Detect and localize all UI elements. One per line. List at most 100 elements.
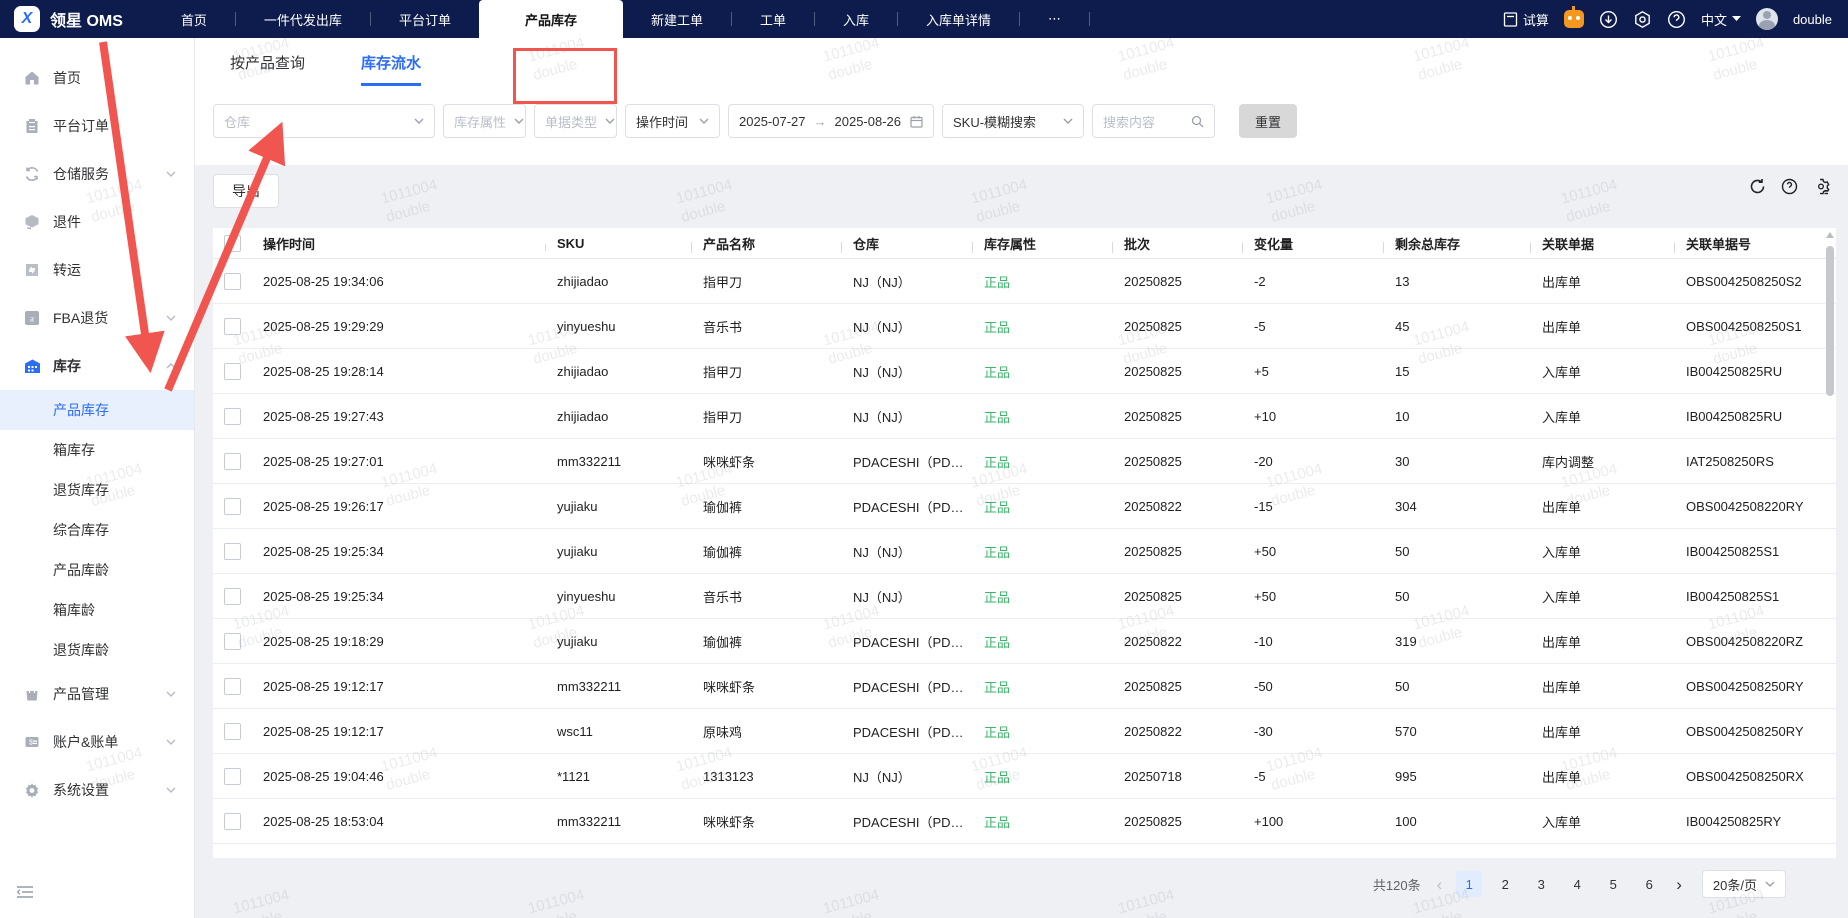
col-header-warehouse: 仓库 <box>841 234 972 253</box>
sku-search-mode-select[interactable]: SKU-模糊搜索 <box>942 104 1084 138</box>
cell-batch: 20250825 <box>1124 453 1182 469</box>
nav-tab-home[interactable]: 首页 <box>153 0 235 38</box>
sidebar-item-product-inventory[interactable]: 产品库存 <box>0 390 194 430</box>
sidebar-item-product-age[interactable]: 产品库龄 <box>0 550 194 590</box>
row-checkbox[interactable] <box>223 812 241 830</box>
sidebar-item-account-billing[interactable]: $ 账户&账单 <box>0 718 194 766</box>
warehouse-select[interactable]: 仓库 <box>213 104 435 138</box>
scrollbar-thumb[interactable] <box>1826 246 1834 396</box>
next-page-button[interactable]: › <box>1672 876 1686 893</box>
nav-tab-dropship-outbound[interactable]: 一件代发出库 <box>236 0 370 38</box>
chevron-down-icon <box>166 739 176 745</box>
page-size-select[interactable]: 20条/页 <box>1701 870 1786 898</box>
settings-icon[interactable] <box>1633 10 1652 29</box>
tab-inventory-flow[interactable]: 库存流水 <box>361 52 422 86</box>
cell-sku: mm332211 <box>557 453 622 469</box>
cell-sku: yujiaku <box>557 633 598 649</box>
sidebar-item-platform-orders[interactable]: 平台订单 <box>0 102 194 150</box>
stock-attr-select[interactable]: 库存属性 <box>443 104 526 138</box>
page-number-4[interactable]: 4 <box>1564 871 1590 897</box>
sidebar-item-return-inventory[interactable]: 退货库存 <box>0 470 194 510</box>
language-selector[interactable]: 中文 <box>1701 10 1741 29</box>
nav-tab-inbound-detail[interactable]: 入库单详情 <box>898 0 1019 38</box>
filter-bar: 仓库 库存属性 单据类型 操作时间 2025-07-27 → 2025-08-2… <box>213 104 1298 138</box>
row-checkbox[interactable] <box>223 362 241 380</box>
nav-tab-product-inventory[interactable]: 产品库存 <box>478 0 623 38</box>
sidebar-item-inventory[interactable]: 库存 <box>0 342 194 390</box>
cell-sku: mm332211 <box>557 678 622 694</box>
username: double <box>1792 11 1832 27</box>
cell-product-name: 瑜伽裤 <box>703 634 743 650</box>
nav-more-button[interactable]: ⋯ <box>1020 0 1089 38</box>
export-button[interactable]: 导出 <box>213 174 279 208</box>
prev-page-button[interactable]: ‹ <box>1433 876 1447 893</box>
download-icon[interactable] <box>1599 10 1618 29</box>
chevron-down-icon <box>1765 881 1775 887</box>
help-icon[interactable] <box>1667 10 1686 29</box>
table-scrollbar[interactable] <box>1826 232 1834 854</box>
sidebar-item-box-inventory[interactable]: 箱库存 <box>0 430 194 470</box>
date-range-picker[interactable]: 2025-07-27 → 2025-08-26 <box>728 104 934 138</box>
page-number-1[interactable]: 1 <box>1456 871 1483 897</box>
doc-type-select[interactable]: 单据类型 <box>534 104 617 138</box>
sidebar-item-transfer[interactable]: 转运 <box>0 246 194 294</box>
sidebar-item-product-management[interactable]: 产品管理 <box>0 670 194 718</box>
sidebar-item-return-age[interactable]: 退货库龄 <box>0 630 194 670</box>
column-settings-icon[interactable] <box>1813 178 1830 195</box>
page-number-3[interactable]: 3 <box>1528 871 1554 897</box>
row-checkbox[interactable] <box>223 317 241 335</box>
row-checkbox[interactable] <box>223 857 241 858</box>
select-all-checkbox[interactable] <box>223 234 241 252</box>
sidebar-item-system-settings[interactable]: 系统设置 <box>0 766 194 814</box>
reset-button[interactable]: 重置 <box>1239 104 1298 138</box>
sidebar-item-combined-inventory[interactable]: 综合库存 <box>0 510 194 550</box>
cell-related-doc: 入库单 <box>1542 409 1582 425</box>
row-checkbox[interactable] <box>223 767 241 785</box>
cell-related-doc: 出库单 <box>1542 274 1582 290</box>
cell-sku: *1121 <box>557 768 591 784</box>
row-checkbox[interactable] <box>223 272 241 290</box>
sidebar-item-warehouse-service[interactable]: 仓储服务 <box>0 150 194 198</box>
cell-batch: 20250822 <box>1124 633 1182 649</box>
nav-tab-inbound[interactable]: 入库 <box>815 0 897 38</box>
sidebar-item-fba-returns[interactable]: a FBA退货 <box>0 294 194 342</box>
row-checkbox[interactable] <box>223 452 241 470</box>
cell-related-doc: 出库单 <box>1542 499 1582 515</box>
sidebar-item-home[interactable]: 首页 <box>0 54 194 102</box>
refresh-icon[interactable] <box>1749 178 1766 195</box>
row-checkbox[interactable] <box>223 587 241 605</box>
row-checkbox[interactable] <box>223 542 241 560</box>
col-header-change: 变化量 <box>1242 234 1383 253</box>
help-circle-icon[interactable] <box>1781 178 1798 195</box>
page-number-2[interactable]: 2 <box>1492 871 1518 897</box>
row-checkbox[interactable] <box>223 497 241 515</box>
trial-calc-button[interactable]: 试算 <box>1503 10 1549 29</box>
row-checkbox[interactable] <box>223 632 241 650</box>
cell-stock-attr: 正品 <box>984 724 1011 740</box>
scrollbar-up-arrow[interactable] <box>1826 232 1834 238</box>
cell-sku: yujiaku <box>557 543 598 559</box>
cell-remaining: 45 <box>1395 318 1410 334</box>
search-input[interactable]: 搜索内容 <box>1092 104 1215 138</box>
assistant-robot-icon[interactable] <box>1563 6 1584 28</box>
nav-tab-ticket[interactable]: 工单 <box>732 0 814 38</box>
cell-warehouse: PDACESHI（PDAC… <box>853 499 972 515</box>
avatar[interactable] <box>1755 8 1778 30</box>
sidebar-item-label: 产品库存 <box>53 402 109 418</box>
nav-tab-new-ticket[interactable]: 新建工单 <box>623 0 731 38</box>
row-checkbox[interactable] <box>223 677 241 695</box>
table-row: 2025-08-25 19:27:43 zhijiadao 指甲刀 NJ（NJ） 正品 2… <box>213 394 1836 439</box>
cell-op-time: 2025-08-25 19:27:01 <box>263 453 384 469</box>
page-number-6[interactable]: 6 <box>1636 871 1662 897</box>
nav-tab-platform-orders[interactable]: 平台订单 <box>371 0 479 38</box>
calculator-icon <box>1503 11 1518 27</box>
sidebar-item-returns[interactable]: 退件 <box>0 198 194 246</box>
op-time-select[interactable]: 操作时间 <box>625 104 720 138</box>
row-checkbox[interactable] <box>223 407 241 425</box>
sidebar-item-box-age[interactable]: 箱库龄 <box>0 590 194 630</box>
menu-fold-icon[interactable] <box>16 885 34 904</box>
row-checkbox[interactable] <box>223 722 241 740</box>
tab-query-by-product[interactable]: 按产品查询 <box>230 52 305 86</box>
page-number-5[interactable]: 5 <box>1600 871 1626 897</box>
cell-batch: 20250825 <box>1124 363 1182 379</box>
